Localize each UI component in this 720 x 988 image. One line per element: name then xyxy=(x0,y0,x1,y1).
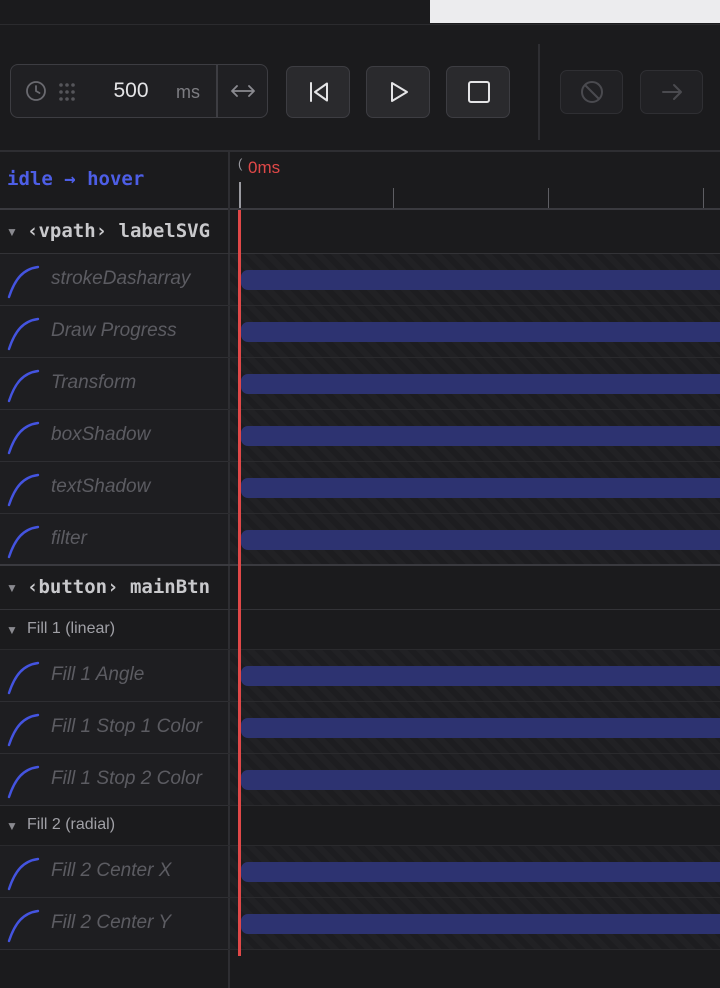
next-button[interactable] xyxy=(640,70,703,114)
animation-bar[interactable] xyxy=(241,322,720,342)
transition-label: idle → hover xyxy=(7,168,145,190)
playhead[interactable] xyxy=(238,210,241,956)
property-row[interactable]: Draw Progress xyxy=(0,306,720,358)
play-button[interactable] xyxy=(366,66,430,118)
easing-curve-icon[interactable] xyxy=(5,711,41,747)
property-row[interactable]: Fill 2 Center X xyxy=(0,846,720,898)
collapse-caret-icon[interactable]: ▼ xyxy=(6,581,18,595)
ruler-start-tick xyxy=(239,182,241,208)
animation-bar[interactable] xyxy=(241,718,720,738)
group-title: ‹button› mainBtn xyxy=(27,576,211,598)
easing-curve-icon[interactable] xyxy=(5,907,41,943)
easing-curve-icon[interactable] xyxy=(5,367,41,403)
easing-curve-icon[interactable] xyxy=(5,855,41,891)
property-label: Fill 1 Stop 1 Color xyxy=(51,716,203,737)
property-label: textShadow xyxy=(51,476,151,497)
property-row[interactable]: boxShadow xyxy=(0,410,720,462)
property-label: Transform xyxy=(51,372,137,393)
subgroup-row[interactable]: ▼ Fill 2 (radial) xyxy=(0,806,720,846)
horizontal-fit-arrows-icon[interactable] xyxy=(229,80,257,102)
ruler-start-label: 0ms xyxy=(248,158,281,177)
collapse-caret-icon[interactable]: ▼ xyxy=(6,623,18,637)
easing-curve-icon[interactable] xyxy=(5,523,41,559)
group-row-labelsvg[interactable]: ▼ ‹vpath› labelSVG xyxy=(0,210,720,254)
property-row[interactable]: Fill 1 Stop 1 Color xyxy=(0,702,720,754)
duration-value-input[interactable]: 500 xyxy=(99,79,163,103)
duration-control[interactable]: 500 ms xyxy=(10,64,268,118)
disabled-circle-icon xyxy=(581,81,603,103)
animation-bar[interactable] xyxy=(241,770,720,790)
duration-unit: ms xyxy=(176,82,200,102)
animation-bar[interactable] xyxy=(241,914,720,934)
property-label: Fill 2 Center Y xyxy=(51,912,172,933)
animation-bar[interactable] xyxy=(241,862,720,882)
stop-button[interactable] xyxy=(446,66,510,118)
ruler-tick xyxy=(393,188,394,208)
property-row[interactable]: Transform xyxy=(0,358,720,410)
property-label: Draw Progress xyxy=(51,320,177,341)
toolbar-divider xyxy=(538,44,540,140)
top-strip xyxy=(0,0,720,25)
property-label: boxShadow xyxy=(51,424,151,445)
animation-bar[interactable] xyxy=(241,374,720,394)
arrow-right-icon xyxy=(662,84,682,100)
easing-curve-icon[interactable] xyxy=(5,763,41,799)
property-row[interactable]: strokeDasharray xyxy=(0,254,720,306)
animation-bar[interactable] xyxy=(241,530,720,550)
stop-icon xyxy=(468,81,490,103)
property-label: Fill 1 Stop 2 Color xyxy=(51,768,203,789)
property-row[interactable]: Fill 2 Center Y xyxy=(0,898,720,950)
property-row[interactable]: Fill 1 Stop 2 Color xyxy=(0,754,720,806)
toolbar-bottom-border xyxy=(0,150,720,152)
subgroup-row[interactable]: ▼ Fill 1 (linear) xyxy=(0,610,720,650)
group-title: ‹vpath› labelSVG xyxy=(27,220,211,242)
property-label: strokeDasharray xyxy=(51,268,191,289)
skip-to-start-icon xyxy=(310,82,328,102)
property-row[interactable]: textShadow xyxy=(0,462,720,514)
clock-icon xyxy=(26,81,46,101)
easing-curve-icon[interactable] xyxy=(5,263,41,299)
animation-bar[interactable] xyxy=(241,426,720,446)
property-row[interactable]: Fill 1 Angle xyxy=(0,650,720,702)
collapse-caret-icon[interactable]: ▼ xyxy=(6,819,18,833)
property-label: filter xyxy=(51,528,87,549)
subgroup-title: Fill 1 (linear) xyxy=(27,620,116,637)
easing-curve-icon[interactable] xyxy=(5,419,41,455)
ruler-tick xyxy=(703,188,704,208)
easing-curve-icon[interactable] xyxy=(5,659,41,695)
play-icon xyxy=(391,82,408,102)
top-white-panel xyxy=(430,0,720,23)
drag-grip-icon[interactable] xyxy=(58,82,76,102)
animation-bar[interactable] xyxy=(241,478,720,498)
disable-button[interactable] xyxy=(560,70,623,114)
animation-bar[interactable] xyxy=(241,270,720,290)
property-label: Fill 2 Center X xyxy=(51,860,172,881)
easing-curve-icon[interactable] xyxy=(5,471,41,507)
skip-to-start-button[interactable] xyxy=(286,66,350,118)
collapse-caret-icon[interactable]: ▼ xyxy=(6,225,18,239)
easing-curve-icon[interactable] xyxy=(5,315,41,351)
subgroup-title: Fill 2 (radial) xyxy=(27,816,116,833)
ruler-start-bracket: ( xyxy=(238,156,243,171)
ruler-tick xyxy=(548,188,549,208)
group-row-mainbtn[interactable]: ▼ ‹button› mainBtn xyxy=(0,566,720,610)
property-label: Fill 1 Angle xyxy=(51,664,145,685)
property-row[interactable]: filter xyxy=(0,514,720,566)
duration-divider xyxy=(216,65,218,117)
animation-bar[interactable] xyxy=(241,666,720,686)
